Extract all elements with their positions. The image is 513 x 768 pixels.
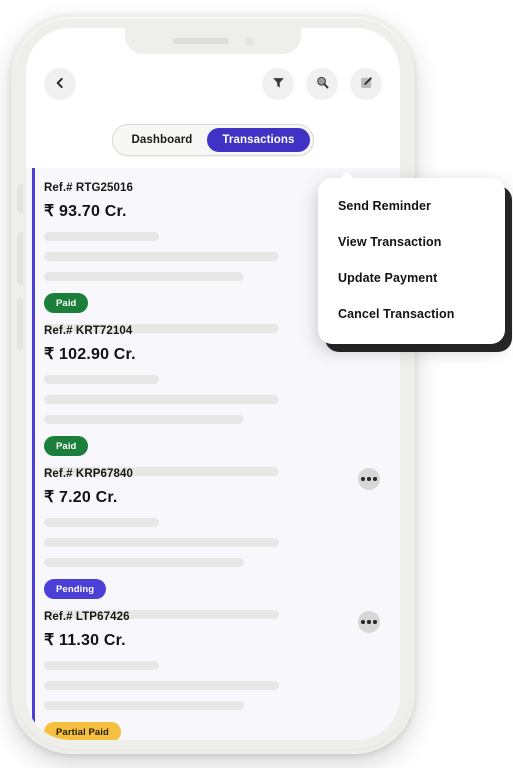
edit-pencil-icon xyxy=(359,75,374,93)
filter-icon xyxy=(271,75,286,93)
placeholder-bar xyxy=(44,558,244,567)
dot-icon xyxy=(367,477,371,481)
earpiece-speaker xyxy=(172,38,229,44)
dot-icon xyxy=(373,477,377,481)
transaction-reference: Ref.# RTG25016 xyxy=(44,182,133,194)
dot-icon xyxy=(361,477,365,481)
card-header: Ref.# KRP67840 ₹ 7.20 Cr. xyxy=(44,468,380,507)
placeholder-bar xyxy=(44,681,279,690)
status-badge: Paid xyxy=(44,436,89,456)
card-header-text: Ref.# KRP67840 ₹ 7.20 Cr. xyxy=(44,468,133,507)
front-camera-icon xyxy=(244,36,254,46)
transaction-amount: ₹ 102.90 Cr. xyxy=(44,346,136,363)
top-app-bar xyxy=(26,56,400,112)
transaction-amount: ₹ 11.30 Cr. xyxy=(44,632,126,649)
placeholder-bar xyxy=(44,395,279,404)
phone-button-volume-down[interactable] xyxy=(17,298,23,350)
menu-item-send-reminder[interactable]: Send Reminder xyxy=(318,188,505,224)
placeholder-bar xyxy=(44,661,159,670)
card-header-text: Ref.# KRT72104 ₹ 102.90 Cr. xyxy=(44,325,136,364)
search-icon xyxy=(315,75,330,93)
transaction-amount: ₹ 93.70 Cr. xyxy=(44,203,127,220)
transaction-reference: Ref.# LTP67426 xyxy=(44,611,130,623)
placeholder-bar xyxy=(44,252,279,261)
transaction-reference: Ref.# KRT72104 xyxy=(44,325,133,337)
tab-transactions[interactable]: Transactions xyxy=(207,128,310,152)
card-header: Ref.# LTP67426 ₹ 11.30 Cr. xyxy=(44,611,380,650)
phone-screen: Dashboard Transactions Ref.# RTG25016 ₹ … xyxy=(26,28,400,740)
menu-item-view-transaction[interactable]: View Transaction xyxy=(318,224,505,260)
edit-button[interactable] xyxy=(350,68,382,100)
status-badge: Paid xyxy=(44,293,89,313)
status-badge: Partial Paid xyxy=(44,722,121,740)
back-button[interactable] xyxy=(44,68,76,100)
phone-notch xyxy=(125,28,301,54)
dot-icon xyxy=(373,620,377,624)
phone-button-volume-up[interactable] xyxy=(17,232,23,284)
card-header-text: Ref.# RTG25016 ₹ 93.70 Cr. xyxy=(44,182,133,221)
menu-item-update-payment[interactable]: Update Payment xyxy=(318,260,505,296)
placeholder-bar xyxy=(44,538,279,547)
menu-item-cancel-transaction[interactable]: Cancel Transaction xyxy=(318,296,505,332)
transaction-card[interactable]: Ref.# KRP67840 ₹ 7.20 Cr. Pending xyxy=(26,454,400,619)
card-overflow-menu-button[interactable] xyxy=(358,468,380,490)
screenshot-root: Dashboard Transactions Ref.# RTG25016 ₹ … xyxy=(0,0,513,768)
view-switcher: Dashboard Transactions xyxy=(26,124,400,156)
card-overflow-menu-button[interactable] xyxy=(358,611,380,633)
context-menu[interactable]: Send Reminder View Transaction Update Pa… xyxy=(318,171,505,344)
status-badge: Pending xyxy=(44,579,107,599)
placeholder-bar xyxy=(44,232,159,241)
transaction-amount: ₹ 7.20 Cr. xyxy=(44,489,118,506)
placeholder-bar xyxy=(44,375,159,384)
card-header-text: Ref.# LTP67426 ₹ 11.30 Cr. xyxy=(44,611,130,650)
top-bar-actions xyxy=(262,68,382,100)
tab-dashboard[interactable]: Dashboard xyxy=(116,128,207,152)
search-button[interactable] xyxy=(306,68,338,100)
placeholder-bar xyxy=(44,518,159,527)
transaction-card[interactable]: Ref.# LTP67426 ₹ 11.30 Cr. Partial Paid xyxy=(26,597,400,740)
placeholder-bar xyxy=(44,272,244,281)
phone-button-silent[interactable] xyxy=(17,184,23,212)
chevron-left-icon xyxy=(53,76,67,93)
dot-icon xyxy=(367,620,371,624)
placeholder-bar xyxy=(44,701,244,710)
filter-button[interactable] xyxy=(262,68,294,100)
transaction-reference: Ref.# KRP67840 xyxy=(44,468,133,480)
segmented-control: Dashboard Transactions xyxy=(112,124,314,156)
placeholder-bar xyxy=(44,415,244,424)
dot-icon xyxy=(361,620,365,624)
